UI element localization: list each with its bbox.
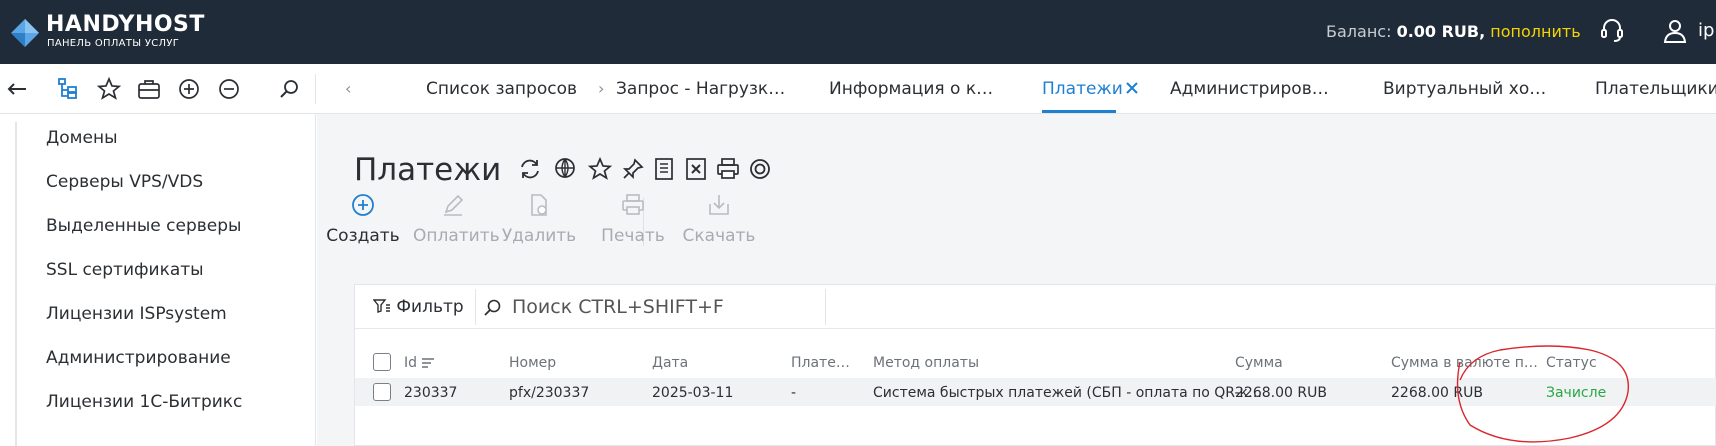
- sidebar-item-bitrix[interactable]: Лицензии 1С-Битрикс: [46, 392, 242, 412]
- cell-number: pfx/230337: [509, 385, 590, 401]
- column-header-date[interactable]: Дата: [652, 355, 688, 371]
- user-icon[interactable]: [1662, 17, 1688, 45]
- sidebar: Домены Серверы VPS/VDS Выделенные сервер…: [0, 114, 316, 446]
- cell-date: 2025-03-11: [652, 385, 734, 401]
- select-all-checkbox[interactable]: [373, 353, 391, 371]
- filter-label: Фильтр: [396, 297, 464, 317]
- sidebar-tree-line: [15, 122, 17, 446]
- collapse-minus-icon[interactable]: [216, 76, 242, 102]
- favorite-star-icon[interactable]: [587, 156, 613, 182]
- close-tab-icon[interactable]: [1123, 79, 1141, 97]
- create-button[interactable]: Создать: [323, 192, 403, 252]
- filter-button[interactable]: Фильтр: [372, 296, 464, 317]
- column-header-status[interactable]: Статус: [1546, 355, 1597, 371]
- column-header-method[interactable]: Метод оплаты: [873, 355, 979, 371]
- filter-bar: Фильтр: [355, 285, 1716, 329]
- sidebar-item-ispsystem[interactable]: Лицензии ISPsystem: [46, 304, 227, 324]
- excel-export-icon[interactable]: [683, 156, 709, 182]
- tab-requests-list[interactable]: Список запросов: [426, 79, 577, 99]
- delete-button[interactable]: Удалить: [499, 192, 579, 252]
- filter-funnel-icon: [372, 299, 390, 313]
- user-name[interactable]: ip: [1698, 20, 1714, 41]
- cell-payer: -: [791, 385, 797, 401]
- column-header-id-label: Id: [404, 355, 418, 371]
- pencil-icon: [444, 194, 464, 216]
- tab-payers[interactable]: Плательщики: [1595, 79, 1716, 99]
- cell-id: 230337: [404, 385, 458, 401]
- page-title: Платежи: [354, 152, 502, 188]
- pay-button[interactable]: Оплатить: [413, 192, 500, 252]
- balance-amount: 0.00 RUB,: [1396, 22, 1486, 41]
- balance-label: Баланс:: [1326, 22, 1392, 41]
- sidebar-item-vps[interactable]: Серверы VPS/VDS: [46, 172, 203, 192]
- column-header-amount-currency[interactable]: Сумма в валюте п…: [1391, 355, 1538, 371]
- sidebar-item-domains[interactable]: Домены: [46, 128, 118, 148]
- create-label: Создать: [326, 226, 400, 246]
- sidebar-item-administration[interactable]: Администрирование: [46, 348, 231, 368]
- globe-icon[interactable]: [553, 156, 579, 182]
- delete-label: Удалить: [501, 226, 577, 246]
- delete-doc-icon: [531, 194, 547, 216]
- row-checkbox[interactable]: [373, 383, 391, 401]
- column-header-amount[interactable]: Сумма: [1235, 355, 1283, 371]
- tab-toolbar: ‹ Список запросов › Запрос - Нагрузк… Ин…: [0, 64, 1716, 114]
- column-header-number[interactable]: Номер: [509, 355, 556, 371]
- tab-request-load[interactable]: Запрос - Нагрузк…: [616, 79, 785, 99]
- pin-icon[interactable]: [620, 156, 646, 182]
- sidebar-item-dedicated[interactable]: Выделенные серверы: [46, 216, 241, 236]
- logo-subtitle: ПАНЕЛЬ ОПЛАТЫ УСЛУГ: [47, 38, 180, 49]
- download-button[interactable]: Скачать: [679, 192, 759, 252]
- expand-plus-icon[interactable]: [176, 76, 202, 102]
- sidebar-item-ssl[interactable]: SSL сертификаты: [46, 260, 204, 280]
- cell-status: Зачисле: [1546, 385, 1607, 401]
- print-label: Печать: [601, 226, 665, 246]
- cell-amount-currency: 2268.00 RUB: [1391, 385, 1483, 401]
- logo-diamond-icon: [11, 19, 39, 47]
- tab-chevron-icon: ›: [598, 79, 605, 98]
- pay-label: Оплатить: [413, 226, 500, 246]
- toolbar-divider: [315, 74, 316, 104]
- support-headset-icon[interactable]: [1599, 17, 1625, 45]
- tab-virtual-hosting[interactable]: Виртуальный хо…: [1383, 79, 1546, 99]
- download-icon: [709, 195, 729, 215]
- search-magnifier-icon: [484, 299, 501, 316]
- back-arrow-icon[interactable]: [4, 76, 30, 102]
- search-separator: [825, 289, 826, 325]
- plus-circle-icon: [352, 194, 374, 216]
- tab-administration[interactable]: Администриров…: [1170, 79, 1329, 99]
- search-input[interactable]: [512, 294, 812, 320]
- printer-icon: [622, 194, 644, 215]
- column-header-id[interactable]: Id: [404, 355, 435, 371]
- balance: Баланс: 0.00 RUB, пополнить: [1326, 22, 1581, 41]
- topup-link[interactable]: пополнить: [1490, 22, 1580, 41]
- cell-amount: 2268.00 RUB: [1235, 385, 1327, 401]
- search-icon[interactable]: [276, 76, 302, 102]
- filter-separator: [475, 289, 476, 325]
- cell-method: Система быстрых платежей (СБП - оплата п…: [873, 385, 1262, 401]
- briefcase-icon[interactable]: [136, 76, 162, 102]
- main-content: Платежи Создать Оплатить Удалить Печать …: [317, 114, 1716, 446]
- print-icon[interactable]: [715, 156, 741, 182]
- help-lifebuoy-icon[interactable]: [747, 156, 773, 182]
- sort-icon: [422, 358, 435, 368]
- print-button[interactable]: Печать: [593, 192, 673, 252]
- refresh-icon[interactable]: [517, 156, 543, 182]
- payments-table: Фильтр Id Номер Дата Плате… Метод оплаты…: [354, 284, 1716, 446]
- tab-client-info[interactable]: Информация о к…: [829, 79, 993, 99]
- logo-name: HANDYHOST: [46, 12, 205, 37]
- download-label: Скачать: [682, 226, 756, 246]
- tab-payments[interactable]: Платежи: [1042, 79, 1123, 99]
- notes-icon[interactable]: [651, 156, 677, 182]
- top-header: HANDYHOST ПАНЕЛЬ ОПЛАТЫ УСЛУГ Баланс: 0.…: [0, 0, 1716, 64]
- tree-menu-icon[interactable]: [56, 76, 82, 102]
- tabs-scroll-left[interactable]: ‹: [345, 79, 351, 98]
- column-header-payer[interactable]: Плате…: [791, 355, 850, 371]
- active-tab-underline: [1042, 110, 1116, 113]
- star-icon[interactable]: [96, 76, 122, 102]
